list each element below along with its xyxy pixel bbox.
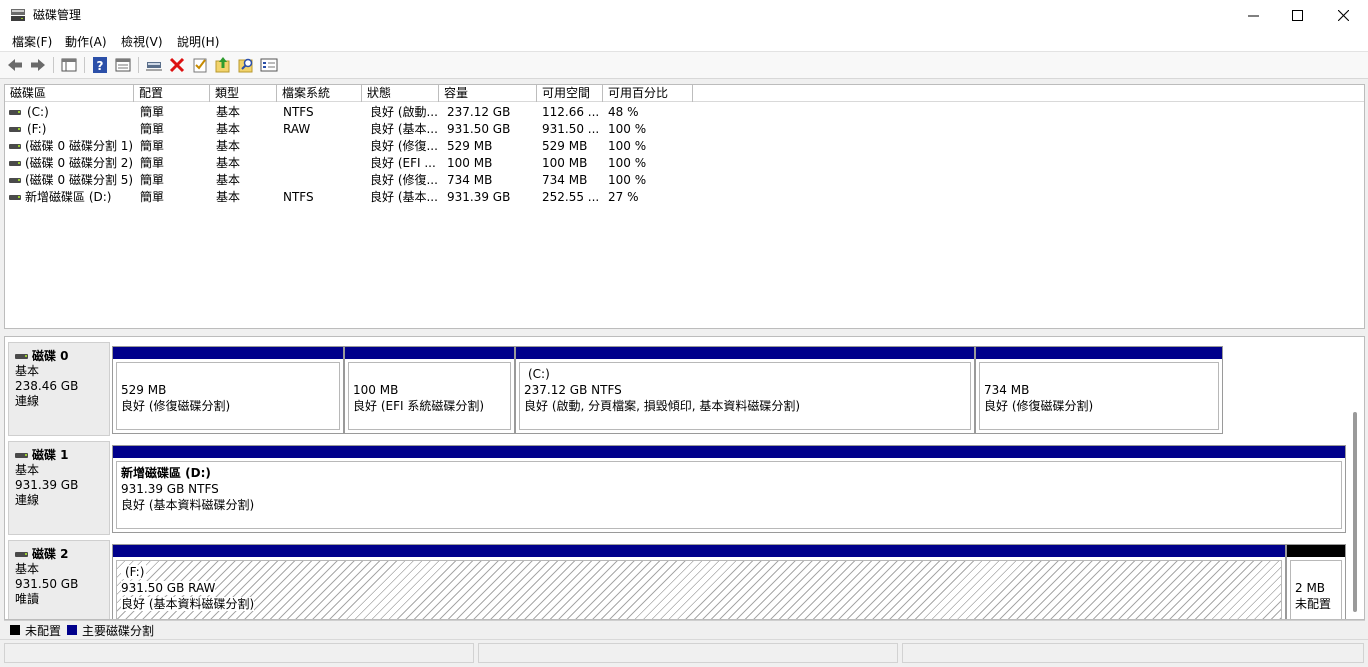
back-icon[interactable] xyxy=(6,56,24,74)
menu-view[interactable]: 檢視(V) xyxy=(121,33,163,50)
partition-disk1-d[interactable]: 新增磁碟區 (D:) 931.39 GB NTFS 良好 (基本資料磁碟分割) xyxy=(112,445,1346,533)
connect-icon[interactable] xyxy=(145,56,163,74)
volume-icon xyxy=(9,178,21,183)
volume-icon xyxy=(9,144,21,149)
disk-view-scrollbar[interactable] xyxy=(1353,412,1357,612)
table-row[interactable]: 新增磁碟區 (D:) 簡單 基本 NTFS 良好 (基本... 931.39 G… xyxy=(5,189,705,206)
help-icon[interactable]: ? xyxy=(91,56,109,74)
column-header-row: 磁碟區 配置 類型 檔案系統 狀態 容量 可用空間 可用百分比 xyxy=(5,85,1364,102)
status-bar xyxy=(0,639,1368,667)
checkmark-icon[interactable] xyxy=(191,56,209,74)
forward-icon[interactable] xyxy=(29,56,47,74)
table-row[interactable]: (磁碟 0 磁碟分割 5) 簡單 基本 良好 (修復... 734 MB 734… xyxy=(5,172,705,189)
disk-icon xyxy=(15,453,28,458)
disk-1-label[interactable]: 磁碟 1 基本 931.39 GB 連線 xyxy=(8,441,110,535)
toolbar-separator xyxy=(84,57,85,73)
show-hide-console-tree-icon[interactable] xyxy=(60,56,78,74)
volume-icon xyxy=(9,127,21,132)
status-segment xyxy=(478,643,898,663)
maximize-button[interactable] xyxy=(1274,0,1320,30)
toolbar: ? xyxy=(0,52,1368,79)
partition-disk2-unallocated[interactable]: 2 MB 未配置 xyxy=(1286,544,1346,619)
window-title: 磁碟管理 xyxy=(33,8,82,22)
volume-icon xyxy=(9,161,21,166)
column-header-volume[interactable]: 磁碟區 xyxy=(5,85,134,102)
column-header-status[interactable]: 狀態 xyxy=(362,85,439,102)
legend-label-unallocated: 未配置 xyxy=(25,624,62,638)
column-header-layout[interactable]: 配置 xyxy=(134,85,210,102)
partition-disk0-efi[interactable]: 100 MB 良好 (EFI 系統磁碟分割) xyxy=(344,346,515,434)
table-row[interactable]: (C:) 簡單 基本 NTFS 良好 (啟動... 237.12 GB 112.… xyxy=(5,104,705,121)
volume-icon xyxy=(9,195,21,200)
minimize-icon xyxy=(1247,15,1259,16)
primary-partition-band xyxy=(113,545,1285,557)
column-header-free-space[interactable]: 可用空間 xyxy=(537,85,603,102)
maximize-icon xyxy=(1291,9,1303,21)
status-segment xyxy=(902,643,1364,663)
close-icon xyxy=(1337,9,1349,21)
disk-graphical-view: 磁碟 0 基本 238.46 GB 連線 529 MB 良好 (修復磁碟分割) … xyxy=(4,336,1365,620)
legend-swatch-unallocated xyxy=(10,625,20,635)
unallocated-band xyxy=(1287,545,1345,557)
minimize-button[interactable] xyxy=(1230,0,1276,30)
primary-partition-band xyxy=(345,347,514,359)
menu-action[interactable]: 動作(A) xyxy=(65,33,107,50)
table-row[interactable]: (磁碟 0 磁碟分割 1) 簡單 基本 良好 (修復... 529 MB 529… xyxy=(5,138,705,155)
search-icon[interactable] xyxy=(237,56,255,74)
export-icon[interactable] xyxy=(214,56,232,74)
volume-icon xyxy=(9,110,21,115)
table-row[interactable]: (磁碟 0 磁碟分割 2) 簡單 基本 良好 (EFI ... 100 MB 1… xyxy=(5,155,705,172)
partition-disk2-f[interactable]: (F:) 931.50 GB RAW 良好 (基本資料磁碟分割) xyxy=(112,544,1286,619)
status-segment xyxy=(4,643,474,663)
list-icon[interactable] xyxy=(260,56,278,74)
primary-partition-band xyxy=(113,347,343,359)
svg-text:?: ? xyxy=(97,59,104,73)
title-bar: 磁碟管理 xyxy=(0,0,1368,30)
disk-2-label[interactable]: 磁碟 2 基本 931.50 GB 唯讀 xyxy=(8,540,110,619)
primary-partition-band xyxy=(516,347,974,359)
disk-icon xyxy=(15,552,28,557)
partition-disk0-c[interactable]: (C:) 237.12 GB NTFS 良好 (啟動, 分頁檔案, 損毀傾印, … xyxy=(515,346,975,434)
partition-disk0-recovery-5[interactable]: 734 MB 良好 (修復磁碟分割) xyxy=(975,346,1223,434)
menu-bar: 檔案(F) 動作(A) 檢視(V) 說明(H) xyxy=(0,30,1368,52)
legend-swatch-primary xyxy=(67,625,77,635)
table-row[interactable]: (F:) 簡單 基本 RAW 良好 (基本... 931.50 GB 931.5… xyxy=(5,121,705,138)
legend: 未配置 主要磁碟分割 xyxy=(4,620,1365,638)
toolbar-separator xyxy=(138,57,139,73)
pane-splitter[interactable] xyxy=(0,331,1368,335)
volume-list: 磁碟區 配置 類型 檔案系統 狀態 容量 可用空間 可用百分比 (C:) 簡單 … xyxy=(4,84,1365,329)
column-header-percent-free[interactable]: 可用百分比 xyxy=(603,85,693,102)
menu-file[interactable]: 檔案(F) xyxy=(12,33,52,50)
disk-management-app-icon xyxy=(11,9,25,21)
primary-partition-band xyxy=(976,347,1222,359)
disk-0-label[interactable]: 磁碟 0 基本 238.46 GB 連線 xyxy=(8,342,110,436)
properties-icon[interactable] xyxy=(114,56,132,74)
legend-label-primary: 主要磁碟分割 xyxy=(82,624,155,638)
primary-partition-band xyxy=(113,446,1345,458)
disk-icon xyxy=(15,354,28,359)
delete-icon[interactable] xyxy=(168,56,186,74)
close-button[interactable] xyxy=(1320,0,1366,30)
column-header-type[interactable]: 類型 xyxy=(210,85,277,102)
column-header-filesystem[interactable]: 檔案系統 xyxy=(277,85,362,102)
menu-help[interactable]: 說明(H) xyxy=(177,33,219,50)
column-header-capacity[interactable]: 容量 xyxy=(439,85,537,102)
toolbar-separator xyxy=(53,57,54,73)
partition-disk0-recovery-1[interactable]: 529 MB 良好 (修復磁碟分割) xyxy=(112,346,344,434)
